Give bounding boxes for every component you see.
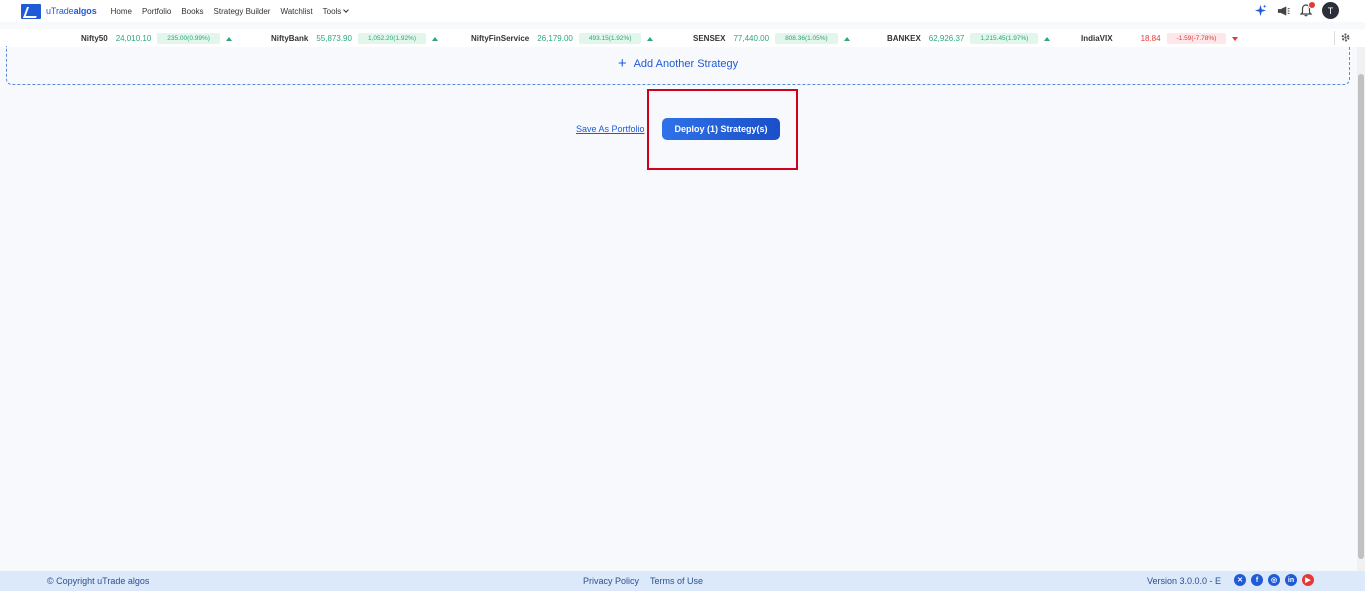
megaphone-icon[interactable] xyxy=(1276,4,1290,18)
ticker-name: NiftyFinService xyxy=(471,34,530,43)
facebook-icon[interactable]: f xyxy=(1251,574,1263,586)
user-avatar[interactable]: T xyxy=(1322,2,1339,19)
scrollbar-thumb[interactable] xyxy=(1358,74,1364,559)
gear-icon[interactable] xyxy=(1340,32,1351,43)
social-links: ✕ f ◎ in ▶ xyxy=(1234,574,1314,586)
main-menu: Home Portfolio Books Strategy Builder Wa… xyxy=(111,7,359,16)
highlight-box xyxy=(647,89,798,170)
ticker-value: 18.84 xyxy=(1140,34,1161,43)
ticker-name: NiftyBank xyxy=(271,34,309,43)
ticker-item[interactable]: BANKEX 62,926.37 1,215.45(1.97%) xyxy=(887,33,1051,44)
ticker-item[interactable]: NiftyFinService 26,179.00 493.15(1.92%) xyxy=(471,33,654,44)
logo-text: uTradealgos xyxy=(46,6,97,16)
ticker-change: -1.59(-7.78%) xyxy=(1166,33,1227,44)
nav-books[interactable]: Books xyxy=(181,7,203,16)
nav-watchlist[interactable]: Watchlist xyxy=(280,7,312,16)
ticker-change: 1,052.20(1.92%) xyxy=(357,33,426,44)
linkedin-icon[interactable]: in xyxy=(1285,574,1297,586)
logo-mark-icon xyxy=(21,3,41,19)
sparkle-icon[interactable] xyxy=(1253,4,1267,18)
arrow-down-icon xyxy=(1232,36,1239,41)
nav-strategy-builder[interactable]: Strategy Builder xyxy=(214,7,271,16)
ticker-value: 62,926.37 xyxy=(928,34,965,43)
chevron-down-icon xyxy=(343,6,350,13)
ticker-change: 493.15(1.92%) xyxy=(578,33,642,44)
ticker-item[interactable]: IndiaVIX 18.84 -1.59(-7.78%) xyxy=(1081,33,1239,44)
ticker-change: 808.36(1.05%) xyxy=(775,33,838,44)
nav-home[interactable]: Home xyxy=(111,7,132,16)
arrow-up-icon xyxy=(647,36,654,41)
ticker-name: BANKEX xyxy=(887,34,921,43)
top-navbar: uTradealgos Home Portfolio Books Strateg… xyxy=(0,0,1365,22)
add-strategy-container: + Add Another Strategy xyxy=(6,46,1350,85)
instagram-icon[interactable]: ◎ xyxy=(1268,574,1280,586)
ticker-value: 26,179.00 xyxy=(537,34,573,43)
x-twitter-icon[interactable]: ✕ xyxy=(1234,574,1246,586)
ticker-name: Nifty50 xyxy=(81,34,108,43)
ticker-change: 1,215.45(1.97%) xyxy=(970,33,1039,44)
ticker-item[interactable]: Nifty50 24,010.10 235.00(0.99%) xyxy=(81,33,232,44)
nav-tools-label: Tools xyxy=(322,6,342,16)
ticker-value: 77,440.00 xyxy=(733,34,770,43)
ticker-value: 55,873.90 xyxy=(316,34,352,43)
youtube-icon[interactable]: ▶ xyxy=(1302,574,1314,586)
save-as-portfolio-link[interactable]: Save As Portfolio xyxy=(576,124,645,134)
privacy-policy-link[interactable]: Privacy Policy xyxy=(583,576,639,586)
ticker-divider xyxy=(1334,31,1335,45)
ticker-change: 235.00(0.99%) xyxy=(157,33,220,44)
arrow-up-icon xyxy=(1044,36,1051,41)
plus-icon: + xyxy=(617,55,627,72)
arrow-up-icon xyxy=(432,36,438,41)
footer: © Copyright uTrade algos Privacy Policy … xyxy=(0,571,1365,591)
nav-portfolio[interactable]: Portfolio xyxy=(142,7,171,16)
add-another-strategy-button[interactable]: + Add Another Strategy xyxy=(617,55,739,72)
ticker-value: 24,010.10 xyxy=(115,34,152,43)
version-text: Version 3.0.0.0 - E xyxy=(1147,576,1222,586)
footer-links: Privacy Policy Terms of Use xyxy=(583,576,703,586)
ticker-name: SENSEX xyxy=(693,34,726,43)
ticker-item[interactable]: SENSEX 77,440.00 808.36(1.05%) xyxy=(693,33,850,44)
ticker-item[interactable]: NiftyBank 55,873.90 1,052.20(1.92%) xyxy=(271,33,438,44)
nav-right-actions: T xyxy=(1253,0,1339,19)
add-strategy-label: Add Another Strategy xyxy=(633,57,739,70)
notification-badge xyxy=(1308,0,1316,9)
ticker-name: IndiaVIX xyxy=(1081,34,1113,43)
copyright-text: © Copyright uTrade algos xyxy=(47,576,150,586)
nav-tools-dropdown[interactable]: Tools xyxy=(322,6,350,16)
notification-bell-icon[interactable] xyxy=(1299,0,1316,18)
arrow-up-icon xyxy=(225,36,232,41)
terms-of-use-link[interactable]: Terms of Use xyxy=(650,576,703,586)
arrow-up-icon xyxy=(843,36,850,41)
market-ticker: Nifty50 24,010.10 235.00(0.99%) NiftyBan… xyxy=(0,29,1365,47)
brand-logo[interactable]: uTradealgos xyxy=(21,0,97,22)
page-scrollbar[interactable] xyxy=(1357,47,1365,571)
